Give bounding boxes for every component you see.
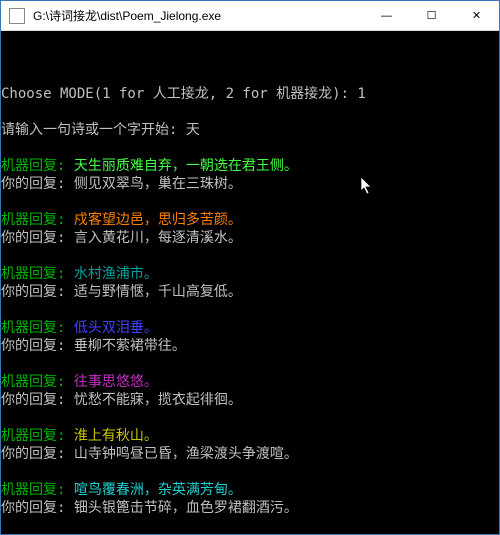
console-line bbox=[1, 103, 499, 121]
titlebar[interactable]: G:\诗词接龙\dist\Poem_Jielong.exe — ☐ ✕ bbox=[1, 1, 499, 31]
console-line bbox=[1, 247, 499, 265]
bot-reply: 机器回复: 往事思悠悠。 bbox=[1, 373, 499, 391]
console-line bbox=[1, 301, 499, 319]
bot-reply: 机器回复: 喧鸟覆春洲，杂英满芳甸。 bbox=[1, 481, 499, 499]
window-title: G:\诗词接龙\dist\Poem_Jielong.exe bbox=[33, 7, 364, 24]
app-window: G:\诗词接龙\dist\Poem_Jielong.exe — ☐ ✕ Choo… bbox=[0, 0, 500, 535]
user-reply: 你的回复: 忧愁不能寐，揽衣起徘徊。 bbox=[1, 391, 499, 409]
mode-prompt: Choose MODE(1 for 人工接龙, 2 for 机器接龙): 1 bbox=[1, 85, 499, 103]
maximize-button[interactable]: ☐ bbox=[409, 1, 454, 30]
user-reply: 你的回复: 适与野情惬，千山高复低。 bbox=[1, 283, 499, 301]
user-reply: 你的回复: 山寺钟鸣昼已昏，渔梁渡头争渡喧。 bbox=[1, 445, 499, 463]
user-reply: 你的回复: 言入黄花川，每逐清溪水。 bbox=[1, 229, 499, 247]
minimize-button[interactable]: — bbox=[364, 1, 409, 30]
bot-reply: 机器回复: 淮上有秋山。 bbox=[1, 427, 499, 445]
console-line bbox=[1, 409, 499, 427]
console-line bbox=[1, 463, 499, 481]
input-prompt: 请输入一句诗或一个字开始: 天 bbox=[1, 121, 499, 139]
console-line bbox=[1, 139, 499, 157]
user-reply: 你的回复: 侧见双翠鸟，巢在三珠树。 bbox=[1, 175, 499, 193]
console-output[interactable]: Choose MODE(1 for 人工接龙, 2 for 机器接龙): 1 请… bbox=[1, 31, 499, 534]
bot-reply: 机器回复: 戍客望边邑，思归多苦颜。 bbox=[1, 211, 499, 229]
bot-reply: 机器回复: 水村渔浦市。 bbox=[1, 265, 499, 283]
console-line bbox=[1, 355, 499, 373]
bot-reply: 机器回复: 天生丽质难自弃，一朝选在君王侧。 bbox=[1, 157, 499, 175]
app-icon bbox=[9, 8, 25, 24]
user-reply: 你的回复: 钿头银篦击节碎，血色罗裙翻酒污。 bbox=[1, 499, 499, 517]
bot-reply: 机器回复: 低头双泪垂。 bbox=[1, 319, 499, 337]
user-reply: 你的回复: 垂柳不萦裙带往。 bbox=[1, 337, 499, 355]
console-line bbox=[1, 193, 499, 211]
console-line bbox=[1, 517, 499, 534]
window-controls: — ☐ ✕ bbox=[364, 1, 499, 30]
close-button[interactable]: ✕ bbox=[454, 1, 499, 30]
